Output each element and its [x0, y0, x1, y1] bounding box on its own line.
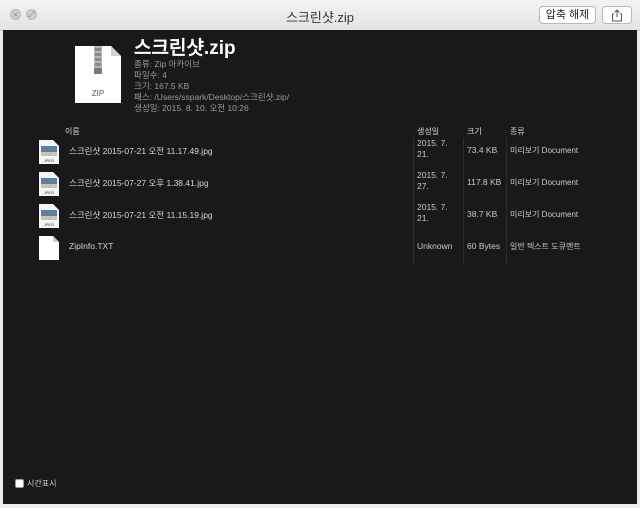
column-header-size[interactable]: 크기: [467, 126, 482, 137]
jpeg-icon: JPEG: [39, 140, 59, 164]
share-button[interactable]: [602, 6, 632, 24]
title-bar: × ⤢ 스크린샷.zip 압축 해제: [0, 0, 640, 31]
column-header-name[interactable]: 이름: [65, 126, 80, 137]
table-row[interactable]: JPEG 스크린샷 2015-07-27 오후 1.38.41.jpg 2015…: [3, 170, 637, 198]
file-size: 117.8 KB: [467, 177, 502, 187]
jpeg-icon: JPEG: [39, 204, 59, 228]
file-kind: 일반 텍스트 도큐멘트: [510, 242, 581, 251]
file-size: 38.7 KB: [467, 209, 498, 219]
text-file-icon: [39, 236, 59, 260]
zip-archive-icon: ZIP: [75, 46, 121, 103]
file-date: 2015. 7. 27.: [417, 170, 448, 191]
show-time-checkbox[interactable]: [15, 479, 24, 488]
file-name: 스크린샷 2015-07-21 오전 11.15.19.jpg: [69, 210, 213, 220]
archive-name: 스크린샷.zip: [134, 38, 236, 59]
file-size: 73.4 KB: [467, 145, 498, 155]
extract-button[interactable]: 압축 해제: [539, 6, 596, 24]
svg-text:JPEG: JPEG: [44, 158, 54, 163]
table-row[interactable]: JPEG 스크린샷 2015-07-21 오전 11.17.49.jpg 201…: [3, 138, 637, 166]
preview-content: ZIP 스크린샷.zip 종류: Zip 아카이브 파일수: 4 크기: 167…: [3, 30, 637, 504]
table-row[interactable]: JPEG 스크린샷 2015-07-21 오전 11.15.19.jpg 201…: [3, 202, 637, 230]
zip-icon-label: ZIP: [92, 89, 104, 98]
jpeg-icon: JPEG: [39, 172, 59, 196]
show-time-label: 시간표시: [27, 479, 57, 488]
archive-created: 생성일: 2015. 8. 10. 오전 10:26: [134, 103, 249, 113]
table-row[interactable]: ZipInfo.TXT Unknown 60 Bytes 일반 텍스트 도큐멘트: [3, 234, 637, 262]
svg-text:JPEG: JPEG: [44, 222, 54, 227]
file-date: 2015. 7. 21.: [417, 202, 448, 223]
quicklook-window: × ⤢ 스크린샷.zip 압축 해제 ZIP 스크린샷.zip 종류: Zip …: [0, 0, 640, 508]
share-icon: [612, 9, 622, 22]
file-name: 스크린샷 2015-07-21 오전 11.17.49.jpg: [69, 146, 213, 156]
file-kind: 미리보기 Document: [510, 178, 579, 187]
column-header-date[interactable]: 생성일: [417, 126, 439, 137]
column-header-kind[interactable]: 종류: [510, 126, 525, 137]
file-date: Unknown: [417, 241, 453, 251]
file-name: ZipInfo.TXT: [69, 241, 114, 251]
file-kind: 미리보기 Document: [510, 210, 579, 219]
svg-text:JPEG: JPEG: [44, 190, 54, 195]
file-size: 60 Bytes: [467, 241, 501, 251]
file-kind: 미리보기 Document: [510, 146, 579, 155]
file-date: 2015. 7. 21.: [417, 138, 448, 159]
file-name: 스크린샷 2015-07-27 오후 1.38.41.jpg: [69, 178, 209, 188]
